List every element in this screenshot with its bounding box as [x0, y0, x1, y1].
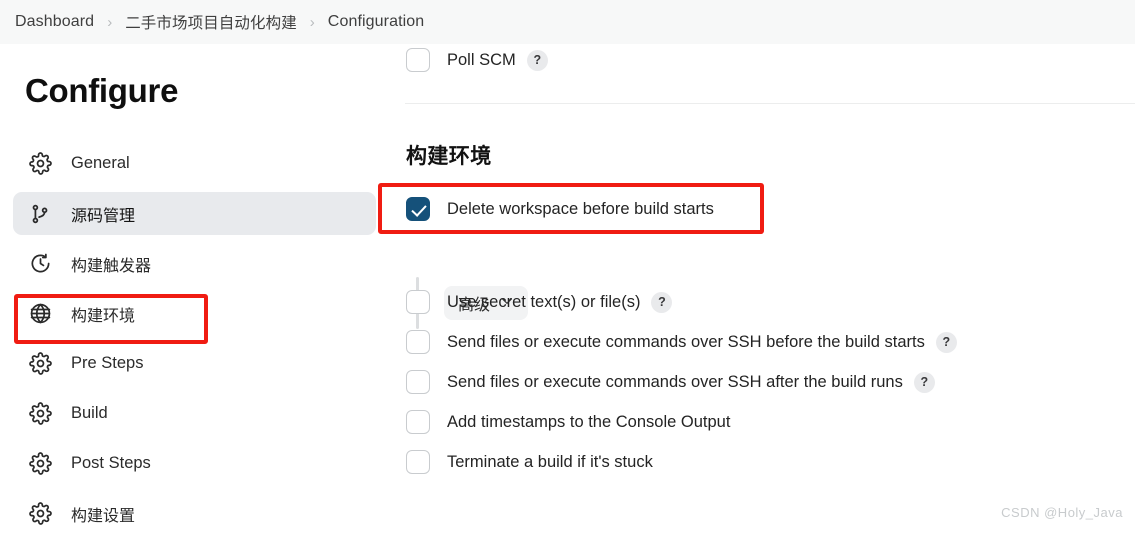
sidebar-item-label: Post Steps	[71, 454, 151, 473]
sidebar-item-source-code-management[interactable]: 源码管理	[13, 192, 376, 235]
watermark: CSDN @Holy_Java	[1001, 505, 1123, 520]
breadcrumb: Dashboard › 二手市场项目自动化构建 › Configuration	[0, 0, 1135, 44]
breadcrumb-item-configuration[interactable]: Configuration	[328, 13, 424, 31]
ssh-before-build-label: Send files or execute commands over SSH …	[447, 333, 925, 352]
sidebar-item-label: 构建触发器	[71, 252, 151, 276]
breadcrumb-separator-icon: ›	[310, 15, 315, 30]
sidebar-item-post-steps[interactable]: Post Steps	[13, 442, 376, 485]
delete-workspace-label: Delete workspace before build starts	[447, 200, 714, 219]
terminate-stuck-build-row[interactable]: Terminate a build if it's stuck	[406, 450, 653, 474]
add-timestamps-row[interactable]: Add timestamps to the Console Output	[406, 410, 730, 434]
delete-workspace-row[interactable]: Delete workspace before build starts	[406, 197, 714, 221]
use-secret-row[interactable]: Use secret text(s) or file(s) ?	[406, 290, 672, 314]
globe-icon	[27, 301, 53, 327]
sidebar-item-label: 构建环境	[71, 302, 135, 326]
gear-icon	[27, 401, 53, 427]
sidebar-item-pre-steps[interactable]: Pre Steps	[13, 342, 376, 385]
gear-icon	[27, 151, 53, 177]
main-content: Poll SCM ? 构建环境 Delete workspace before …	[390, 44, 1135, 526]
section-title-build-environment: 构建环境	[406, 140, 492, 170]
help-icon[interactable]: ?	[936, 332, 957, 353]
sidebar-item-label: 构建设置	[71, 502, 135, 526]
ssh-after-build-row[interactable]: Send files or execute commands over SSH …	[406, 370, 935, 394]
gear-icon	[27, 451, 53, 477]
sidebar-item-build-triggers[interactable]: 构建触发器	[13, 242, 376, 285]
help-icon[interactable]: ?	[914, 372, 935, 393]
breadcrumb-separator-icon: ›	[107, 15, 112, 30]
section-divider	[405, 103, 1135, 104]
ssh-before-build-checkbox[interactable]	[406, 330, 430, 354]
sidebar-item-label: General	[71, 154, 130, 173]
sidebar-nav: General 源码管理	[0, 142, 390, 542]
help-icon[interactable]: ?	[527, 50, 548, 71]
help-icon[interactable]: ?	[651, 292, 672, 313]
page-title: Configure	[25, 72, 178, 110]
sidebar-item-general[interactable]: General	[13, 142, 376, 185]
ssh-after-build-label: Send files or execute commands over SSH …	[447, 373, 903, 392]
terminate-stuck-build-label: Terminate a build if it's stuck	[447, 453, 653, 472]
sidebar-item-label: Build	[71, 404, 108, 423]
sidebar: Configure General	[0, 44, 390, 526]
breadcrumb-item-project[interactable]: 二手市场项目自动化构建	[125, 11, 297, 33]
poll-scm-label: Poll SCM	[447, 51, 516, 70]
gear-icon	[27, 501, 53, 527]
gear-icon	[27, 351, 53, 377]
breadcrumb-item-dashboard[interactable]: Dashboard	[15, 13, 94, 31]
use-secret-checkbox[interactable]	[406, 290, 430, 314]
sidebar-item-build[interactable]: Build	[13, 392, 376, 435]
use-secret-label: Use secret text(s) or file(s)	[447, 293, 640, 312]
sidebar-item-label: 源码管理	[71, 202, 135, 226]
branch-icon	[27, 201, 53, 227]
delete-workspace-checkbox[interactable]	[406, 197, 430, 221]
sidebar-item-label: Pre Steps	[71, 354, 143, 373]
add-timestamps-checkbox[interactable]	[406, 410, 430, 434]
sidebar-item-build-settings[interactable]: 构建设置	[13, 492, 376, 535]
add-timestamps-label: Add timestamps to the Console Output	[447, 413, 730, 432]
ssh-after-build-checkbox[interactable]	[406, 370, 430, 394]
ssh-before-build-row[interactable]: Send files or execute commands over SSH …	[406, 330, 957, 354]
poll-scm-checkbox[interactable]	[406, 48, 430, 72]
clock-icon	[27, 251, 53, 277]
sidebar-item-build-environment[interactable]: 构建环境	[13, 292, 376, 335]
poll-scm-row[interactable]: Poll SCM ?	[406, 48, 548, 72]
terminate-stuck-build-checkbox[interactable]	[406, 450, 430, 474]
